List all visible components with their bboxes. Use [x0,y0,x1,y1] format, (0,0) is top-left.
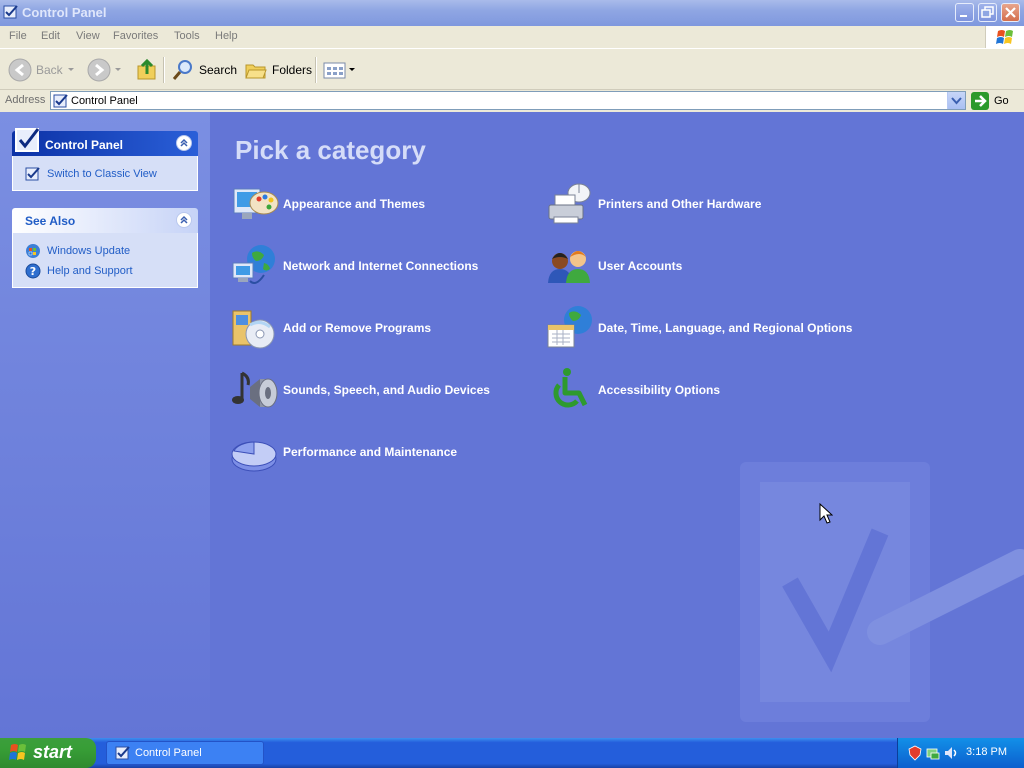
control-panel-icon [3,4,19,23]
menu-file[interactable]: File [9,30,27,42]
chevron-down-icon [115,68,121,71]
folders-icon [245,64,267,79]
network-tray-icon[interactable] [925,745,941,761]
page-title: Pick a category [235,135,426,165]
programs-icon [232,310,275,349]
windows-logo-icon [9,744,26,760]
category-sounds-speech-audio[interactable]: Sounds, Speech, and Audio Devices [230,365,490,415]
help-support-link[interactable]: ? Help and Support [13,261,197,281]
close-button[interactable] [1001,3,1020,22]
folders-button[interactable]: Folders [244,57,312,83]
panel-title: See Also [25,214,76,228]
category-date-time-language[interactable]: Date, Time, Language, and Regional Optio… [545,303,852,353]
datetime-icon [547,306,592,348]
forward-button[interactable] [87,57,123,83]
chevron-down-icon [349,68,355,71]
panel-body: Windows Update ? Help and Support [12,233,198,288]
category-appearance-themes[interactable]: Appearance and Themes [230,179,425,229]
performance-icon [231,441,277,472]
see-also-panel: See Also Windows Update ? Help and Suppo… [12,208,198,288]
category-network-internet[interactable]: Network and Internet Connections [230,241,478,291]
category-performance-maintenance[interactable]: Performance and Maintenance [230,427,457,477]
panel-title: Control Panel [45,138,124,152]
address-bar: Address Control Panel Go [0,90,1024,112]
search-icon [172,60,192,80]
up-folder-button[interactable] [135,57,159,83]
menu-favorites[interactable]: Favorites [113,30,158,42]
separator [315,57,317,83]
printer-icon [548,183,591,224]
address-dropdown-button[interactable] [947,92,965,109]
chevron-down-icon [67,68,74,71]
panel-header[interactable]: Control Panel [12,128,198,156]
back-arrow-icon [8,58,32,82]
separator [163,57,165,83]
views-icon [323,62,346,79]
volume-tray-icon[interactable] [943,745,959,761]
menu-view[interactable]: View [76,30,100,42]
switch-classic-view-link[interactable]: Switch to Classic View [13,164,197,184]
chevron-down-icon [951,97,962,105]
main-content: Pick a category Appearance and Themes Ne… [210,112,1024,738]
users-icon [548,251,590,283]
task-pane: Control Panel Switch to Classic View See… [0,112,210,738]
sound-icon [232,371,278,408]
control-panel-panel: Control Panel Switch to Classic View [12,128,198,191]
collapse-button[interactable] [176,135,192,151]
collapse-button[interactable] [176,212,192,228]
clock: 3:18 PM [966,746,1007,758]
panel-header[interactable]: See Also [12,208,198,233]
menu-help[interactable]: Help [215,30,238,42]
windows-update-link[interactable]: Windows Update [13,241,197,261]
menu-tools[interactable]: Tools [174,30,200,42]
restore-button[interactable] [978,3,997,22]
help-icon: ? [25,263,41,279]
windows-update-icon [26,244,40,258]
search-button[interactable]: Search [171,57,237,83]
security-tray-icon[interactable] [907,745,923,761]
taskbar: start Control Panel 3:18 PM [0,738,1024,768]
windows-logo-icon [985,26,1024,48]
control-panel-icon [15,128,40,152]
category-accessibility[interactable]: Accessibility Options [545,365,720,415]
control-panel-icon [115,746,130,760]
address-value: Control Panel [71,95,138,107]
menu-edit[interactable]: Edit [41,30,60,42]
address-input[interactable]: Control Panel [50,91,966,110]
svg-text:?: ? [30,265,36,278]
forward-arrow-icon [87,58,111,82]
panel-body: Switch to Classic View [12,156,198,191]
taskbar-item-control-panel[interactable]: Control Panel [106,741,264,765]
title-bar[interactable]: Control Panel [0,0,1024,26]
category-add-remove-programs[interactable]: Add or Remove Programs [230,303,431,353]
system-tray: 3:18 PM [897,738,1024,768]
address-label: Address [5,94,46,106]
category-user-accounts[interactable]: User Accounts [545,241,682,291]
mouse-cursor-icon [819,503,833,524]
menu-bar: File Edit View Favorites Tools Help [0,26,1024,48]
network-icon [232,245,275,284]
go-arrow-icon [971,92,989,110]
start-button[interactable]: start [0,738,96,768]
chevron-up-icon [180,215,188,224]
control-panel-watermark-icon [740,462,1024,722]
go-button[interactable]: Go [970,91,1009,111]
up-folder-icon [137,58,156,80]
control-panel-icon [53,94,68,108]
minimize-button[interactable] [955,3,974,22]
toolbar: Back Search Folders [0,48,1024,90]
classic-view-icon [25,167,40,181]
views-button[interactable] [323,57,357,83]
window-title: Control Panel [22,5,107,20]
appearance-icon [233,188,279,219]
category-printers-hardware[interactable]: Printers and Other Hardware [545,179,761,229]
back-button[interactable]: Back [8,57,77,83]
chevron-up-icon [180,138,188,147]
accessibility-icon [553,368,588,408]
